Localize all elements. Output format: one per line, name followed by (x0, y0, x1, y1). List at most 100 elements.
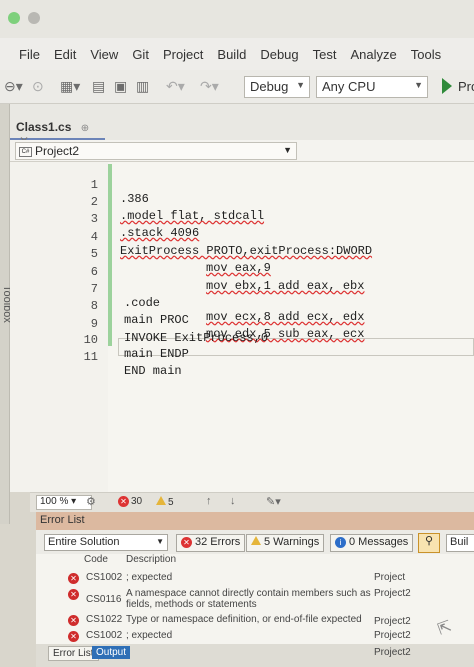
back-icon[interactable]: ⊖▾ (4, 78, 23, 95)
arrow-up-icon[interactable]: ↑ (206, 495, 212, 507)
menu-test[interactable]: Test (310, 47, 348, 62)
warning-count-badge[interactable]: 5 (156, 496, 174, 508)
window-dot-icon[interactable] (28, 12, 40, 24)
configuration-dropdown[interactable]: Debug ▼ (244, 76, 310, 98)
errors-filter-button[interactable]: ✕ 32 Errors (176, 534, 246, 552)
code-line[interactable]: 4 ExitProcess PROTO,exitProcess:DWORD (10, 216, 474, 258)
filter-funnel-icon[interactable]: ⚲ (418, 533, 440, 553)
errors-filter-label: 32 Errors (195, 536, 241, 548)
error-code: CS1002 (86, 572, 123, 583)
error-code: CS1002 (86, 630, 123, 641)
save-icon[interactable]: ▣ (114, 78, 127, 95)
menu-view[interactable]: View (87, 47, 129, 62)
code-text: END main (124, 364, 182, 378)
error-project: Project2 (374, 616, 411, 627)
code-line[interactable]: 8 main PROC mov edx,5 sub eax, ecx (10, 285, 474, 341)
health-icon[interactable]: ⚙ (86, 495, 96, 508)
bottom-tool-tabs: Error List Output Project2 (36, 644, 474, 667)
error-count-badge[interactable]: ✕ 30 (118, 496, 142, 507)
redo-icon[interactable]: ↷▾ (200, 78, 219, 95)
menu-project[interactable]: Project (160, 47, 214, 62)
error-icon: ✕ (118, 496, 129, 507)
main-toolbar: ⊖▾ ⊙ ▦▾ ▤ ▣ ▥ ↶▾ ↷▾ Debug ▼ Any CPU ▼ Pr… (0, 70, 474, 104)
error-project: Project2 (374, 588, 411, 599)
warning-icon (251, 536, 261, 545)
menu-debug[interactable]: Debug (257, 47, 309, 62)
scope-dropdown[interactable]: Entire Solution ▼ (44, 534, 168, 551)
window-dot-icon[interactable] (8, 12, 20, 24)
table-row[interactable]: ✕ CS1002 ; expected Project2 (36, 630, 474, 644)
menu-file[interactable]: File (16, 47, 51, 62)
error-icon: ✕ (68, 573, 79, 584)
window-titlebar (0, 0, 474, 38)
project-icon: C# (19, 146, 32, 157)
toolbox-strip[interactable]: Toolbox (0, 104, 13, 524)
save-all-icon[interactable]: ▥ (136, 78, 149, 95)
error-icon: ✕ (181, 537, 192, 548)
code-line[interactable]: 10 main ENDP (10, 319, 474, 361)
forward-icon[interactable]: ⊙ (32, 78, 44, 95)
pin-icon[interactable]: ⊕ (81, 123, 89, 134)
project-dropdown[interactable]: C# Project2 ▼ (15, 142, 297, 160)
brush-icon[interactable]: ✎▾ (266, 495, 281, 508)
undo-icon[interactable]: ↶▾ (166, 78, 185, 95)
column-header-description[interactable]: Description (126, 554, 176, 568)
error-code: CS0116 (86, 594, 122, 605)
error-icon: ✕ (68, 589, 79, 600)
code-line[interactable]: 7 .code mov ecx,8 add ecx, edx (10, 268, 474, 324)
code-line[interactable]: 11 END main (10, 336, 474, 378)
tab-title: Class1.cs (16, 120, 72, 134)
new-project-icon[interactable]: ▦▾ (60, 78, 80, 95)
error-project: Project (374, 572, 406, 583)
editor-status-bar: 100 % ▾ ⚙ ✕ 30 5 ↑ ↓ ✎▾ (30, 492, 474, 512)
build-source-dropdown[interactable]: Buil (446, 534, 474, 552)
menu-bar: File Edit View Git Project Build Debug T… (0, 38, 474, 70)
code-line[interactable]: 1 .386 (10, 164, 474, 206)
table-row[interactable]: ✕ CS1022 Type or namespace definition, o… (36, 614, 474, 628)
code-line[interactable]: 5 mov eax,9 (10, 233, 474, 275)
document-tab-well: Class1.cs ⊕ ✕ (10, 104, 474, 148)
table-row[interactable]: ✕ CS1002 ; expected Project (36, 572, 474, 586)
code-editor[interactable]: 1 .386 2 .model flat, stdcall 3 .stack 4… (10, 162, 474, 492)
error-list-title: Error List (40, 514, 85, 526)
zoom-value: 100 % (40, 496, 69, 507)
zoom-dropdown[interactable]: 100 % ▾ (36, 495, 92, 510)
table-row[interactable]: ✕ CS0116 A namespace cannot directly con… (36, 588, 474, 612)
error-description: A namespace cannot directly contain memb… (126, 588, 371, 610)
configuration-value: Debug (250, 79, 289, 94)
code-line[interactable]: 2 .model flat, stdcall (10, 181, 474, 223)
error-description: ; expected (126, 630, 173, 641)
tab-output[interactable]: Output (92, 646, 131, 659)
info-icon: i (335, 537, 346, 548)
tab-class1[interactable]: Class1.cs ⊕ ✕ (10, 116, 105, 148)
run-button[interactable]: Pro (458, 79, 474, 94)
warnings-filter-label: 5 Warnings (264, 536, 320, 548)
platform-value: Any CPU (322, 79, 376, 94)
code-line[interactable]: 6 mov ebx,1 add eax, ebx (10, 251, 474, 293)
tab-error-list[interactable]: Error List (48, 646, 99, 661)
build-source-value: Buil (450, 536, 469, 548)
menu-git[interactable]: Git (129, 47, 160, 62)
code-line[interactable]: 9 INVOKE ExitProcess,0 (10, 303, 474, 345)
play-icon[interactable] (442, 78, 452, 94)
arrow-down-icon[interactable]: ↓ (230, 495, 236, 507)
code-line[interactable]: 3 .stack 4096 (10, 198, 474, 240)
scope-value: Entire Solution (48, 536, 120, 548)
column-header-code[interactable]: Code (84, 554, 108, 568)
platform-dropdown[interactable]: Any CPU ▼ (316, 76, 428, 98)
error-project: Project2 (374, 647, 411, 658)
error-list-table: Code Description ✕ CS1002 ; expected Pro… (36, 554, 474, 644)
messages-filter-button[interactable]: i0 Messages (330, 534, 414, 552)
error-list-title-bar: Error List (36, 512, 474, 530)
chevron-down-icon: ▼ (283, 145, 292, 155)
chevron-down-icon: ▼ (156, 537, 164, 546)
menu-analyze[interactable]: Analyze (347, 47, 407, 62)
menu-edit[interactable]: Edit (51, 47, 87, 62)
chevron-down-icon: ▼ (296, 80, 305, 90)
open-file-icon[interactable]: ▤ (92, 78, 105, 95)
warning-icon (156, 496, 166, 505)
menu-tools[interactable]: Tools (408, 47, 452, 62)
warnings-filter-button[interactable]: 5 Warnings (246, 534, 325, 552)
menu-build[interactable]: Build (214, 47, 257, 62)
error-project: Project2 (374, 630, 411, 641)
